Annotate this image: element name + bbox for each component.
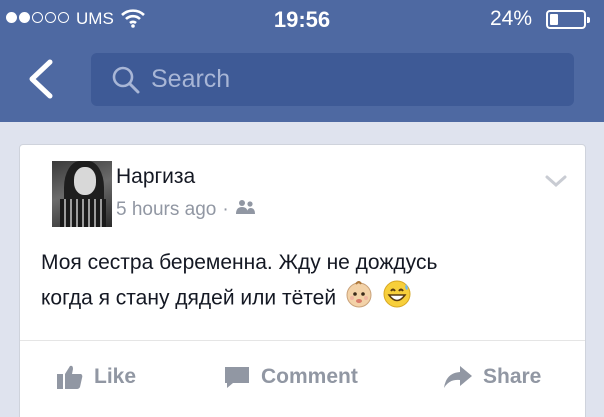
avatar-face (74, 167, 96, 195)
post-text-line: когда я стану дядей или тётей (41, 286, 337, 310)
divider (20, 340, 585, 341)
search-icon (111, 65, 141, 100)
post-meta: 5 hours ago · (116, 199, 257, 221)
post-text-line-2: когда я стану дядей или тётей (41, 279, 561, 319)
battery-tip (587, 17, 590, 23)
post-body: Моя сестра беременна. Жду не дождусь ког… (41, 247, 561, 319)
battery-percent: 24% (490, 7, 533, 30)
thumbs-up-icon (57, 365, 83, 389)
status-bar: UMS 19:56 24% (0, 0, 604, 40)
comment-icon (225, 367, 249, 388)
share-button[interactable]: Share (443, 357, 541, 397)
post-author[interactable]: Наргиза (116, 165, 195, 189)
comment-button[interactable]: Comment (223, 357, 358, 397)
avatar[interactable] (52, 161, 112, 227)
comment-label: Comment (261, 365, 358, 388)
navigation-bar: UMS 19:56 24% (0, 0, 604, 122)
like-label: Like (94, 365, 137, 388)
grinning-sweat-emoji (382, 279, 412, 319)
avatar-shirt (60, 199, 106, 227)
back-button[interactable] (24, 58, 58, 100)
post-card: Наргиза 5 hours ago · Моя сестра беремен… (19, 144, 586, 417)
like-button[interactable]: Like (56, 357, 136, 397)
baby-face-emoji (344, 279, 374, 319)
post-options-button[interactable] (544, 173, 568, 194)
share-label: Share (483, 365, 542, 388)
search-input[interactable] (151, 53, 551, 106)
chevron-down-icon (545, 175, 567, 188)
battery-fill (550, 14, 558, 25)
post-text-line: Моя сестра беременна. Жду не дождусь (41, 251, 438, 274)
post-timestamp[interactable]: 5 hours ago (116, 199, 216, 221)
battery-icon (546, 10, 590, 29)
meta-separator: · (222, 199, 229, 220)
chevron-left-icon (29, 59, 53, 99)
search-bar[interactable] (91, 53, 574, 106)
friends-icon (235, 199, 257, 221)
share-icon (444, 366, 472, 388)
